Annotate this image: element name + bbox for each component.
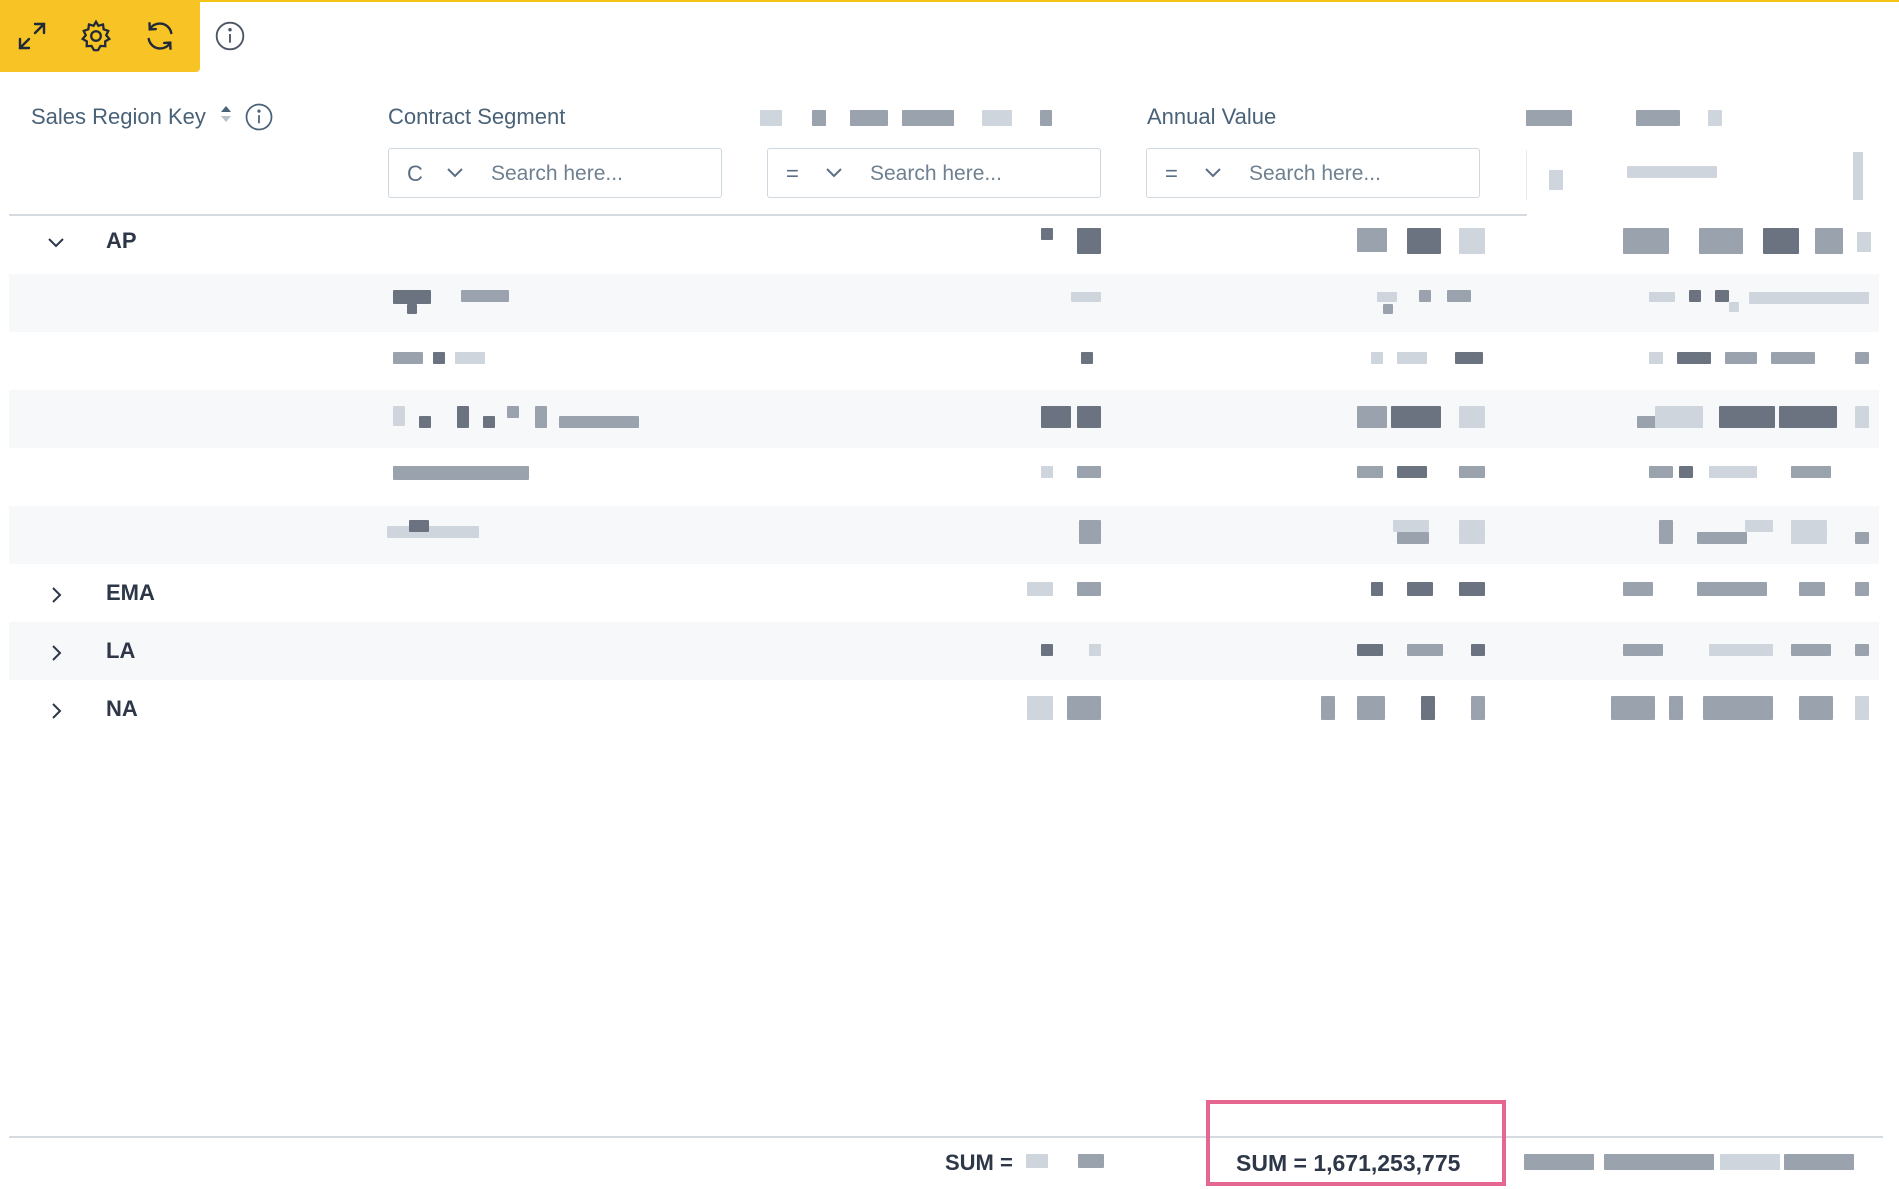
footer-sum-annual-value: SUM = 1,671,253,775 — [1236, 1150, 1461, 1176]
group-row-ap[interactable]: AP — [9, 212, 1879, 270]
top-accent-line — [0, 0, 1899, 2]
column-header-redacted[interactable] — [760, 110, 1060, 128]
chevron-down-icon[interactable] — [1203, 165, 1223, 181]
footer-sum-redacted-2 — [1524, 1150, 1864, 1176]
filter-operator[interactable]: = — [1165, 161, 1178, 187]
table-row[interactable] — [9, 390, 1879, 448]
filter-operator[interactable]: C — [407, 161, 423, 187]
chevron-down-icon[interactable] — [45, 232, 67, 254]
group-row-ema[interactable]: EMA — [9, 564, 1879, 622]
group-key: NA — [106, 696, 138, 721]
search-input[interactable] — [489, 159, 713, 189]
filter-contract-segment: C — [388, 148, 722, 198]
group-row-la[interactable]: LA — [9, 622, 1879, 680]
group-key: LA — [106, 638, 136, 663]
refresh-icon[interactable] — [138, 14, 182, 58]
chevron-right-icon[interactable] — [45, 642, 67, 664]
sort-icon[interactable] — [218, 102, 234, 126]
search-input[interactable] — [1247, 159, 1471, 189]
chevron-down-icon[interactable] — [824, 165, 844, 181]
group-key: AP — [106, 228, 137, 253]
chevron-right-icon[interactable] — [45, 584, 67, 606]
table-row[interactable] — [9, 332, 1879, 390]
column-info-icon[interactable] — [244, 102, 274, 132]
column-header-annual-value[interactable]: Annual Value — [1147, 104, 1276, 130]
group-key: EMA — [106, 580, 155, 605]
column-header-sales-region-key[interactable]: Sales Region Key — [31, 104, 206, 130]
group-row-na[interactable]: NA — [9, 680, 1879, 738]
filter-redacted-column-2[interactable] — [1526, 150, 1867, 200]
table-row[interactable] — [9, 274, 1879, 332]
filter-redacted-column: = — [767, 148, 1101, 198]
chevron-down-icon[interactable] — [445, 165, 465, 181]
search-input[interactable] — [868, 159, 1092, 189]
toolbar — [0, 0, 200, 72]
table-row[interactable] — [9, 448, 1879, 506]
footer-sum-redacted — [1018, 1150, 1118, 1174]
column-header-contract-segment[interactable]: Contract Segment — [388, 104, 565, 130]
chevron-right-icon[interactable] — [45, 700, 67, 722]
footer-divider — [9, 1136, 1883, 1138]
filter-annual-value: = — [1146, 148, 1480, 198]
gear-icon[interactable] — [74, 14, 118, 58]
column-header-redacted-2[interactable] — [1526, 110, 1726, 128]
table-row[interactable] — [9, 506, 1879, 564]
footer-sum-label: SUM = — [945, 1150, 1013, 1175]
info-icon[interactable] — [214, 20, 246, 52]
filter-operator[interactable]: = — [786, 161, 799, 187]
expand-icon[interactable] — [10, 14, 54, 58]
